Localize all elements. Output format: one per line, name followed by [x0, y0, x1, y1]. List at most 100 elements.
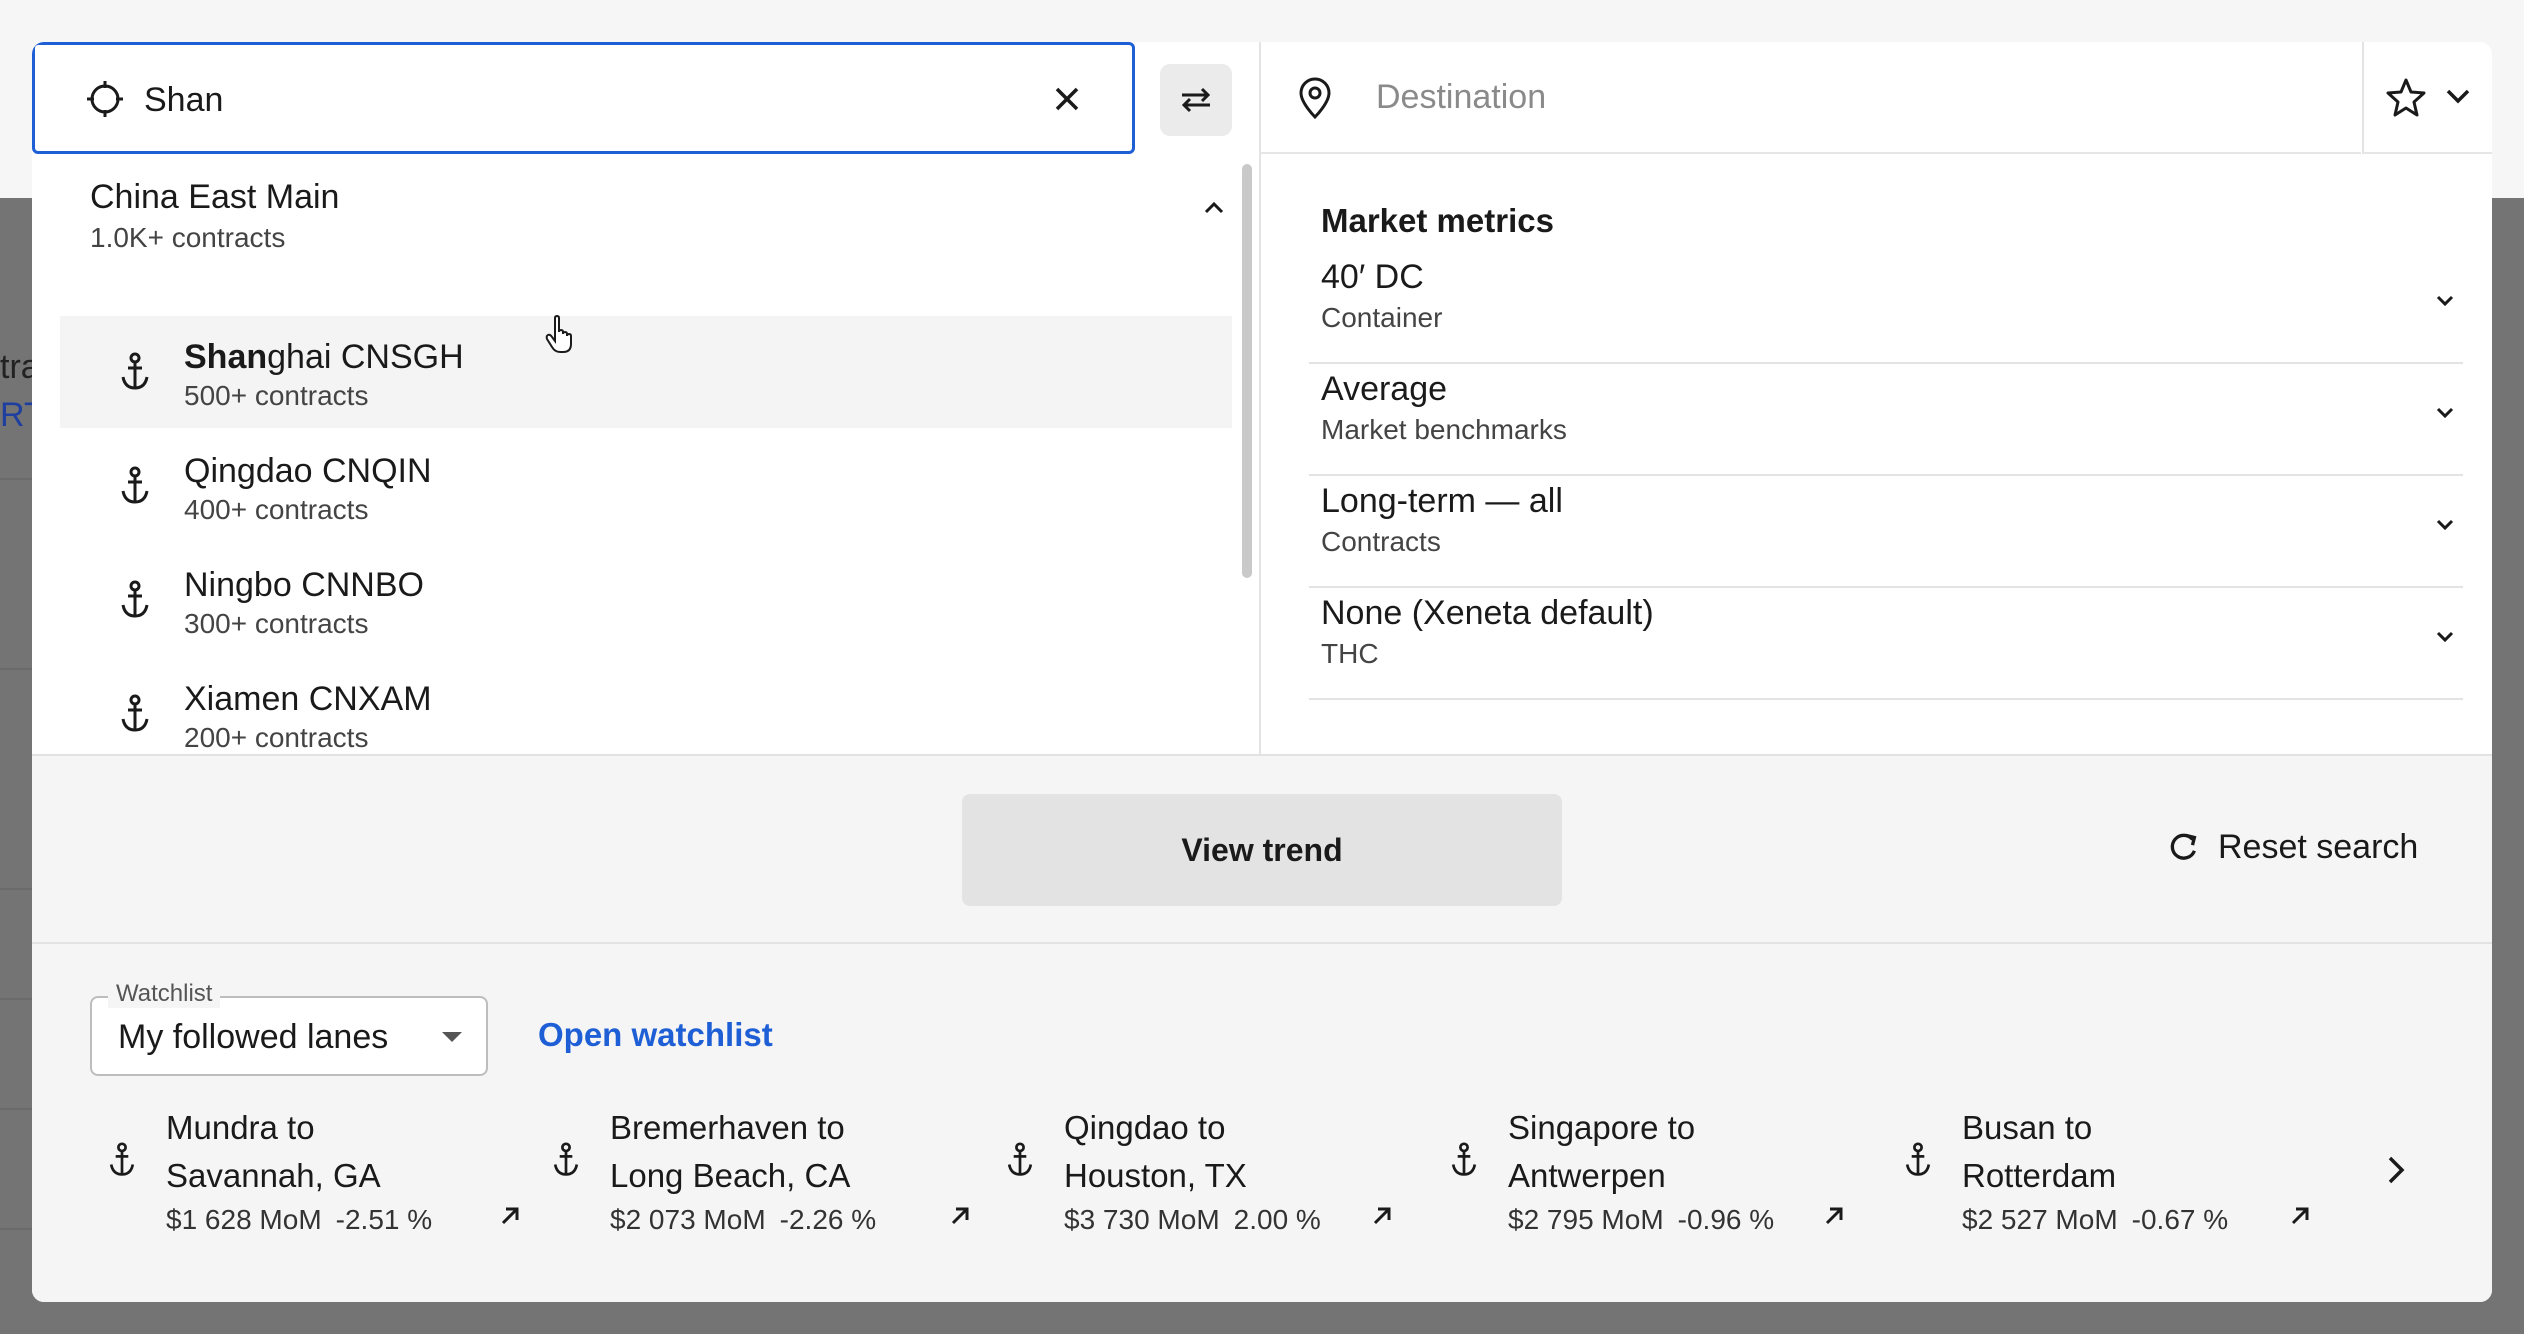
suggestion-name: Ningbo CNNBO: [184, 566, 424, 604]
lane-price: $2 527 MoM: [1962, 1204, 2118, 1235]
watchlist-section: Watchlist My followed lanes Open watchli…: [32, 944, 2492, 1302]
lane-price: $3 730 MoM: [1064, 1204, 1220, 1235]
reset-icon: [2170, 833, 2197, 860]
watchlist-legend: Watchlist: [108, 980, 221, 1008]
lane-change: -0.67 %: [2131, 1204, 2229, 1235]
lane-change: -2.51 %: [335, 1204, 433, 1235]
suggestion-item-qingdao[interactable]: Qingdao CNQIN 400+ contracts: [60, 430, 1232, 542]
chevron-down-icon: [2436, 519, 2454, 531]
destination-placeholder: Destination: [1376, 78, 1547, 116]
anchor-icon: [1451, 1142, 1477, 1176]
arrow-up-right-icon: [1373, 1207, 1391, 1225]
group-title: China East Main: [90, 178, 340, 216]
chevron-down-icon: [2446, 89, 2470, 104]
arrow-up-right-icon: [951, 1207, 969, 1225]
lane-origin: Qingdao to: [1064, 1109, 1226, 1146]
metric-value: None (Xeneta default): [1321, 594, 1654, 632]
metric-container-select[interactable]: 40′ DC Container: [1309, 252, 2463, 364]
origin-input[interactable]: Shan: [32, 42, 1135, 154]
watchlist-select[interactable]: Watchlist My followed lanes: [90, 980, 488, 1076]
lane-change: -2.26 %: [779, 1204, 877, 1235]
star-icon: [2386, 78, 2426, 117]
reset-search-button[interactable]: Reset search: [2164, 822, 2418, 872]
suggestion-item-shanghai[interactable]: Shanghai CNSGH 500+ contracts: [60, 316, 1232, 428]
arrow-up-right-icon: [501, 1207, 519, 1225]
chevron-right-icon[interactable]: [2384, 1152, 2408, 1188]
metric-contracts-select[interactable]: Long-term — all Contracts: [1309, 476, 2463, 588]
metric-value: Average: [1321, 370, 1448, 408]
reset-search-label: Reset search: [2218, 827, 2419, 866]
anchor-icon: [1905, 1142, 1931, 1176]
origin-suggestions: China East Main 1.0K+ contracts Shanghai…: [32, 154, 1259, 754]
suggestion-count: 400+ contracts: [184, 494, 369, 525]
scrollbar[interactable]: [1242, 164, 1252, 578]
lane-origin: Busan to: [1962, 1109, 2093, 1146]
arrow-up-right-icon: [2291, 1207, 2309, 1225]
watchlist-selected: My followed lanes: [118, 1018, 389, 1056]
lane-search-bar: Shan Destination: [32, 42, 2492, 154]
lane-destination: Houston, TX: [1064, 1157, 1247, 1194]
metric-label: Contracts: [1321, 526, 1441, 557]
close-icon[interactable]: [1047, 79, 1087, 119]
chevron-down-icon: [2436, 631, 2454, 643]
anchor-icon: [1007, 1142, 1033, 1176]
lane-stats: $2 795 MoM -0.96 %: [1508, 1204, 1774, 1236]
watchlist-lane[interactable]: Bremerhaven to Long Beach, CA $2 073 MoM…: [552, 1104, 972, 1236]
suggestion-item-ningbo[interactable]: Ningbo CNNBO 300+ contracts: [60, 544, 1232, 656]
metric-benchmark-select[interactable]: Average Market benchmarks: [1309, 364, 2463, 476]
action-bar: View trend Reset search: [32, 754, 2492, 944]
crosshair-icon: [87, 81, 123, 117]
anchor-icon: [553, 1142, 579, 1176]
lane-stats: $2 527 MoM -0.67 %: [1962, 1204, 2228, 1236]
metric-thc-select[interactable]: None (Xeneta default) THC: [1309, 588, 2463, 700]
swap-button[interactable]: [1160, 64, 1232, 136]
metric-label: Market benchmarks: [1321, 414, 1567, 445]
lane-origin: Bremerhaven to: [610, 1109, 845, 1146]
chevron-up-icon[interactable]: [1202, 198, 1226, 216]
origin-input-value[interactable]: Shan: [144, 79, 223, 121]
watchlist-lane[interactable]: Qingdao to Houston, TX $3 730 MoM 2.00 %: [1006, 1104, 1426, 1235]
caret-down-icon: [442, 1032, 462, 1042]
lane-price: $2 795 MoM: [1508, 1204, 1664, 1235]
suggestion-count: 500+ contracts: [184, 380, 369, 411]
lane-price: $1 628 MoM: [166, 1204, 322, 1235]
suggestion-count: 200+ contracts: [184, 722, 369, 753]
swap-arrows-icon: [1181, 87, 1211, 113]
chevron-down-icon: [2436, 295, 2454, 307]
lane-origin: Singapore to: [1508, 1109, 1696, 1146]
match-highlight: Shan: [184, 338, 268, 376]
favorites-dropdown[interactable]: [2362, 42, 2492, 154]
anchor-icon: [121, 580, 149, 618]
lane-change: 2.00 %: [1233, 1204, 1321, 1235]
anchor-icon: [109, 1142, 135, 1176]
watchlist-lane[interactable]: Mundra to Savannah, GA $1 628 MoM -2.51 %: [108, 1104, 528, 1236]
anchor-icon: [121, 694, 149, 732]
group-count: 1.0K+ contracts: [90, 222, 286, 253]
lane-change: -0.96 %: [1677, 1204, 1775, 1235]
lane-destination: Rotterdam: [1962, 1157, 2117, 1194]
search-panel: Shan Destination China East Main 1.0K+ c…: [32, 42, 2492, 1302]
lane-price: $2 073 MoM: [610, 1204, 766, 1235]
watchlist-lane[interactable]: Singapore to Antwerpen $2 795 MoM -0.96 %: [1450, 1104, 1870, 1236]
hand-pointer-icon: [545, 314, 572, 353]
view-trend-button[interactable]: View trend: [962, 794, 1562, 906]
watchlist-lane[interactable]: Busan to Rotterdam $2 527 MoM -0.67 %: [1904, 1104, 2324, 1236]
lane-stats: $1 628 MoM -2.51 %: [166, 1204, 432, 1236]
lane-destination: Long Beach, CA: [610, 1157, 851, 1194]
metric-label: THC: [1321, 638, 1379, 669]
chevron-down-icon: [2436, 407, 2454, 419]
anchor-icon: [121, 352, 149, 390]
lane-origin: Mundra to: [166, 1109, 315, 1146]
metric-label: Container: [1321, 302, 1443, 333]
destination-input[interactable]: Destination: [1261, 42, 2361, 154]
lane-stats: $2 073 MoM -2.26 %: [610, 1204, 876, 1236]
market-metrics-title: Market metrics: [1321, 202, 1554, 239]
suggestion-name: Shanghai CNSGH: [184, 338, 464, 377]
open-watchlist-link[interactable]: Open watchlist: [538, 1016, 773, 1054]
suggestion-count: 300+ contracts: [184, 608, 369, 639]
anchor-icon: [121, 466, 149, 504]
suggestion-name: Qingdao CNQIN: [184, 452, 432, 490]
market-metrics-panel: Market metrics 40′ DC Container Average …: [1261, 154, 2492, 754]
metric-value: Long-term — all: [1321, 482, 1563, 520]
lane-destination: Savannah, GA: [166, 1157, 381, 1194]
